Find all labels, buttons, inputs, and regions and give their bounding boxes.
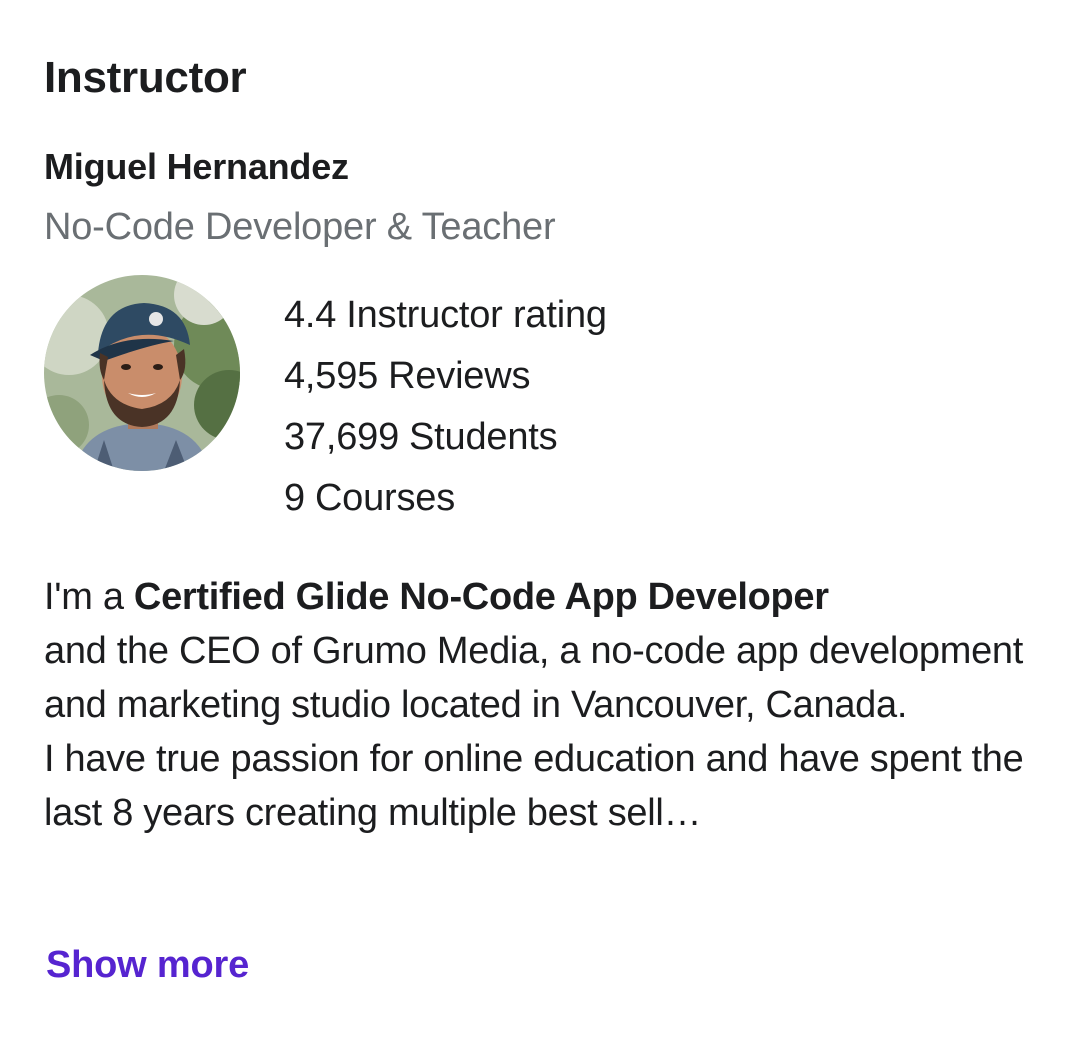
instructor-name-link[interactable]: Miguel Hernandez [44, 143, 349, 191]
instructor-stats: 4.4 Instructor rating 4,595 Reviews 37,6… [284, 284, 607, 528]
instructor-headline: No-Code Developer & Teacher [44, 206, 556, 248]
bio-paragraph-1: I'm a Certified Glide No-Code App Develo… [44, 570, 1044, 732]
stat-label: Reviews [388, 354, 531, 397]
bio-paragraph-2: I have true passion for online education… [44, 732, 1044, 840]
bio-line1-rest: and the CEO of Grumo Media, a no-code ap… [44, 630, 1024, 726]
bio-line2: I have true passion for online education… [44, 738, 1024, 834]
stat-rating: 4.4 Instructor rating [284, 284, 607, 345]
instructor-bio: I'm a Certified Glide No-Code App Develo… [44, 570, 1044, 840]
section-title: Instructor [44, 53, 247, 102]
show-more-button[interactable]: Show more [46, 938, 249, 992]
stat-value: 4,595 [284, 354, 379, 397]
stat-students: 37,699 Students [284, 406, 607, 467]
stat-value: 9 [284, 476, 305, 519]
instructor-avatar[interactable] [44, 275, 240, 471]
stat-reviews: 4,595 Reviews [284, 345, 607, 406]
stat-value: 37,699 [284, 415, 400, 458]
bio-highlight: Certified Glide No-Code App Developer [133, 576, 829, 618]
stat-label: Courses [314, 476, 456, 519]
stat-label: Instructor rating [346, 293, 607, 336]
stat-label: Students [409, 415, 558, 458]
bio-intro: I'm a [44, 576, 134, 618]
stat-value: 4.4 [284, 293, 337, 336]
stat-courses: 9 Courses [284, 467, 607, 528]
avatar-photo [44, 275, 240, 471]
